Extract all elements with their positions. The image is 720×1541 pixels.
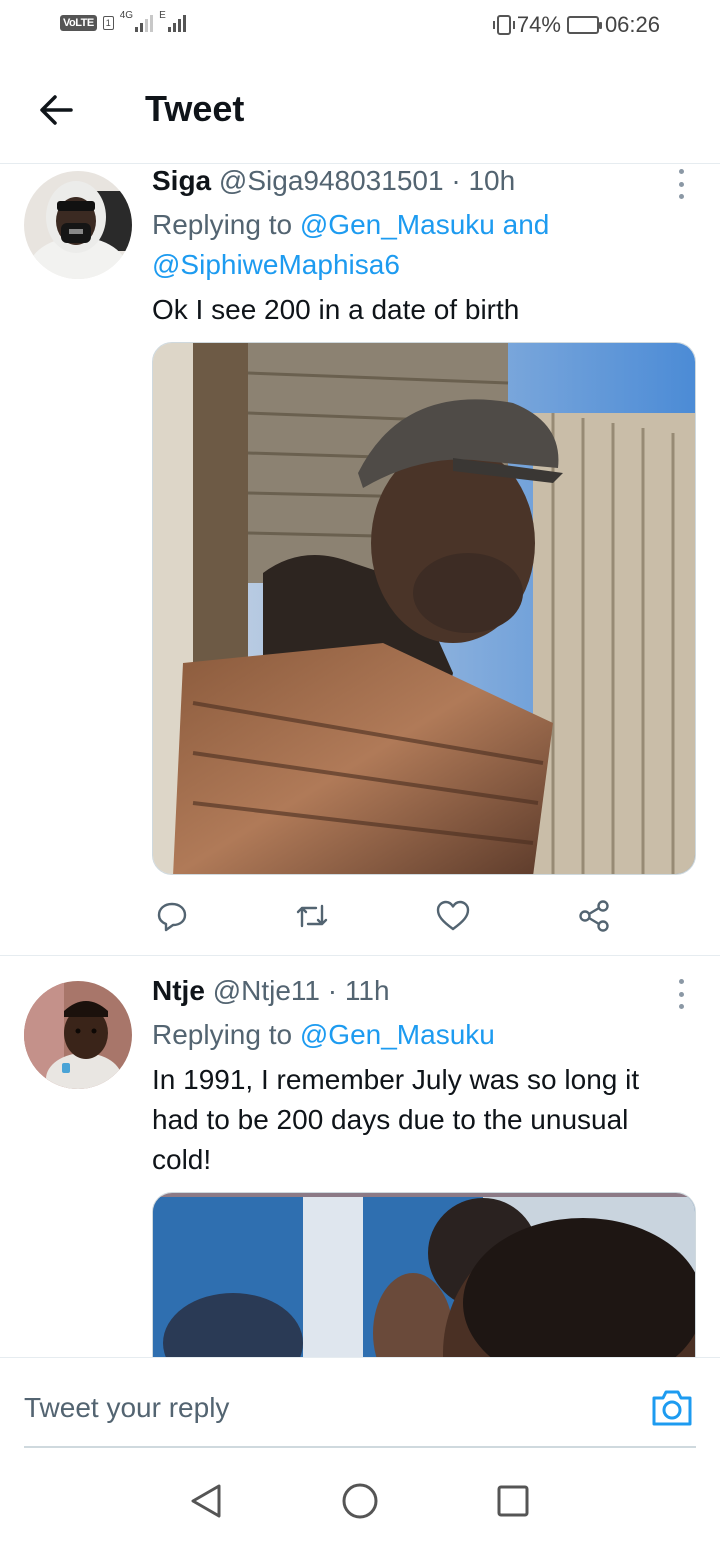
tweet-media[interactable] <box>152 342 696 875</box>
vibrate-icon <box>492 15 515 35</box>
tweet-divider <box>0 955 720 956</box>
tweet-actions <box>152 896 622 936</box>
more-vertical-icon <box>678 169 684 174</box>
tweet-text: In 1991, I remember July was so long it … <box>152 1064 640 1175</box>
like-button[interactable] <box>433 896 473 936</box>
retweet-button[interactable] <box>292 896 332 936</box>
separator-dot: · <box>327 975 338 1006</box>
replying-to-label: Replying to <box>152 209 293 240</box>
clock: 06:26 <box>604 12 660 37</box>
tweet-media[interactable] <box>152 1192 696 1357</box>
like-icon <box>436 900 470 931</box>
share-icon <box>579 900 609 932</box>
page-title: Tweet <box>145 88 245 129</box>
username[interactable]: @Siga948031501 <box>219 165 444 196</box>
reply-underline <box>24 1446 696 1448</box>
signal-bars-icon <box>135 14 154 32</box>
signal-indicators: VoLTE 1 4G E <box>60 10 186 32</box>
tweet-text: Ok I see 200 in a date of birth <box>152 294 520 325</box>
share-button[interactable] <box>574 896 614 936</box>
avatar-masked-person-icon <box>24 171 132 279</box>
network-type-label: 4G <box>119 9 134 21</box>
avatar[interactable] <box>24 981 132 1089</box>
battery-percent: 74% <box>516 12 561 37</box>
nav-back-icon <box>191 1484 221 1518</box>
replying-to: Replying to @Gen_Masuku and @SiphiweMaph… <box>152 205 672 285</box>
back-arrow-icon <box>40 95 73 125</box>
photo-person-icon <box>153 1193 695 1357</box>
nav-home-icon <box>342 1483 378 1519</box>
tweet-header: Siga @Siga948031501 · 10h <box>152 165 515 197</box>
app-header: Tweet <box>0 56 720 164</box>
system-indicators: 74% 06:26 <box>492 12 660 38</box>
nav-recents-icon <box>497 1485 529 1517</box>
mention-link[interactable]: @Gen_Masuku <box>300 1019 495 1050</box>
display-name[interactable]: Siga <box>152 165 211 196</box>
reply-button[interactable] <box>152 896 192 936</box>
sim-number: 1 <box>102 16 114 30</box>
mention-link[interactable]: @SiphiweMaphisa6 <box>152 249 400 280</box>
network-type-label-2: E <box>159 9 166 21</box>
signal-bars-icon-2 <box>167 14 186 32</box>
replying-to-label: Replying to <box>152 1019 293 1050</box>
volte-badge: VoLTE <box>60 15 97 31</box>
photo-man-in-cap-icon <box>153 343 695 874</box>
system-nav-bar <box>0 1461 720 1541</box>
mention-conjunction[interactable]: and <box>503 209 550 240</box>
tweet-header: Ntje @Ntje11 · 11h <box>152 975 390 1007</box>
more-options-button[interactable] <box>676 169 686 199</box>
nav-recents-button[interactable] <box>491 1479 535 1523</box>
more-vertical-icon <box>678 979 684 984</box>
separator-dot: · <box>451 165 461 196</box>
back-button[interactable] <box>28 86 84 134</box>
retweet-icon <box>296 904 328 928</box>
more-options-button[interactable] <box>676 979 686 1009</box>
tweet-time: 10h <box>468 165 516 196</box>
camera-button[interactable] <box>650 1388 694 1428</box>
reply-input[interactable] <box>24 1386 624 1430</box>
reply-icon <box>157 902 187 932</box>
reply-composer <box>0 1357 720 1461</box>
replying-to: Replying to @Gen_Masuku <box>152 1015 672 1055</box>
tweet[interactable]: Siga @Siga948031501 · 10h Replying to @G… <box>0 165 720 955</box>
nav-home-button[interactable] <box>338 1479 382 1523</box>
tweet-time: 11h <box>344 975 390 1006</box>
battery-icon <box>566 16 602 34</box>
avatar[interactable] <box>24 171 132 279</box>
display-name[interactable]: Ntje <box>152 975 205 1006</box>
tweet[interactable]: Ntje @Ntje11 · 11h Replying to @Gen_Masu… <box>0 975 720 1357</box>
avatar-child-icon <box>24 981 132 1089</box>
nav-back-button[interactable] <box>184 1479 228 1523</box>
mention-link[interactable]: @Gen_Masuku <box>300 209 495 240</box>
username[interactable]: @Ntje11 <box>213 975 320 1006</box>
status-bar: VoLTE 1 4G E 74% 06:26 <box>0 0 720 56</box>
camera-icon <box>652 1390 692 1426</box>
